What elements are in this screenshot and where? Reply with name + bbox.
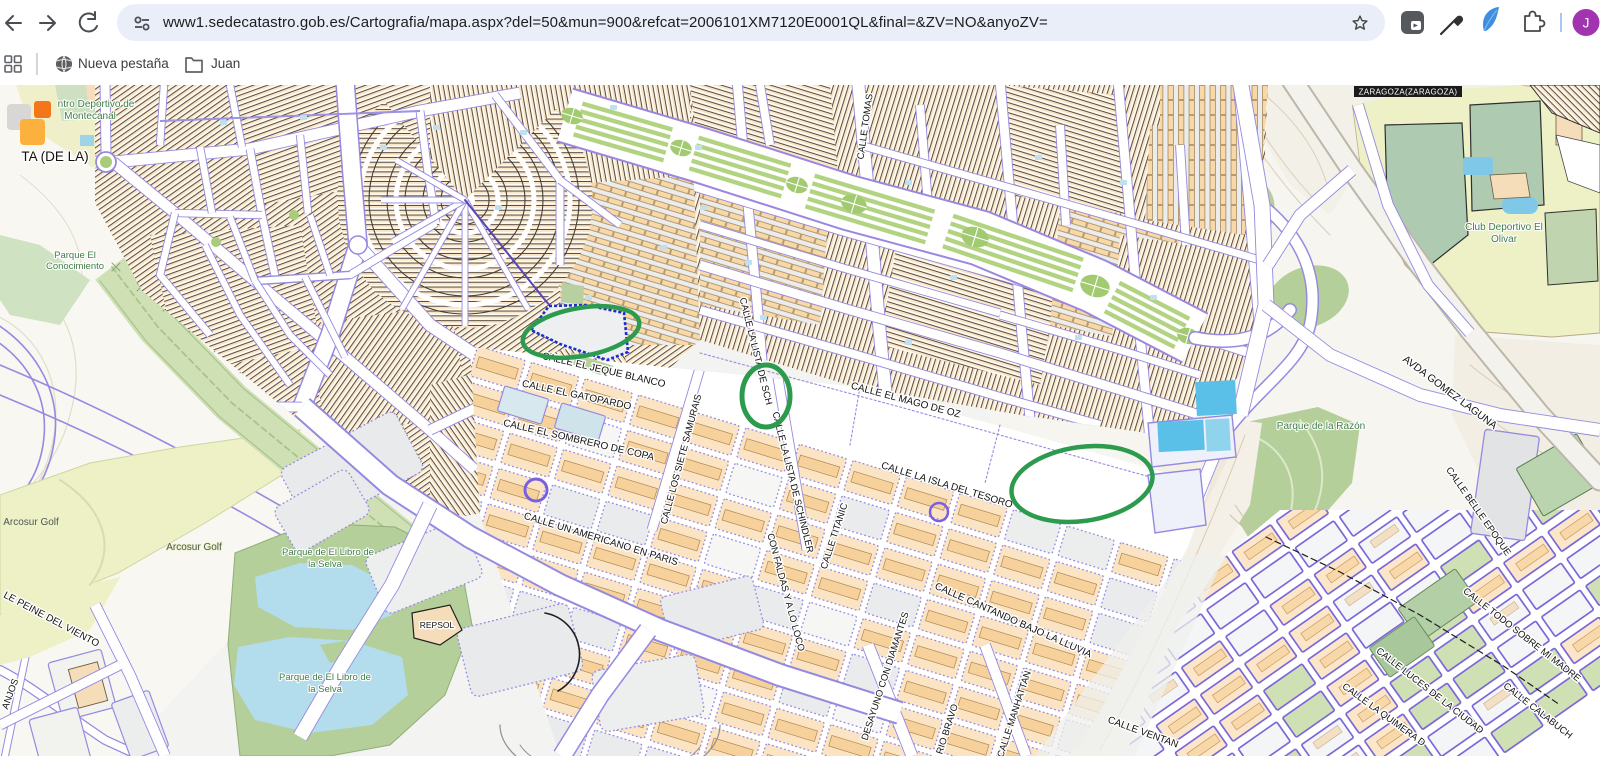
svg-text:Conocimiento: Conocimiento	[46, 261, 104, 272]
svg-text:la Selva: la Selva	[308, 684, 343, 695]
svg-text:ntro Deportivo de: ntro Deportivo de	[58, 99, 135, 110]
svg-text:Parque de El Libro de: Parque de El Libro de	[279, 672, 371, 683]
svg-text:Club Deportivo El: Club Deportivo El	[1465, 222, 1543, 233]
svg-text:Parque de la Razón: Parque de la Razón	[1277, 421, 1365, 432]
svg-text:J: J	[1583, 16, 1590, 31]
svg-text:ZARAGOZA(ZARAGOZA): ZARAGOZA(ZARAGOZA)	[1359, 88, 1458, 97]
svg-text:Montecanal: Montecanal	[64, 111, 116, 122]
svg-text:TA (DE LA): TA (DE LA)	[21, 149, 88, 164]
svg-text:Parque El: Parque El	[54, 250, 96, 261]
svg-text:Parque de El Libro de: Parque de El Libro de	[282, 547, 374, 558]
svg-text:Arcosur Golf: Arcosur Golf	[3, 517, 59, 528]
svg-text:REPSOL: REPSOL	[420, 620, 455, 630]
svg-text:Olivar: Olivar	[1491, 234, 1518, 245]
svg-text:Arcosur Golf: Arcosur Golf	[166, 542, 222, 553]
svg-text:la Selva: la Selva	[308, 559, 343, 570]
